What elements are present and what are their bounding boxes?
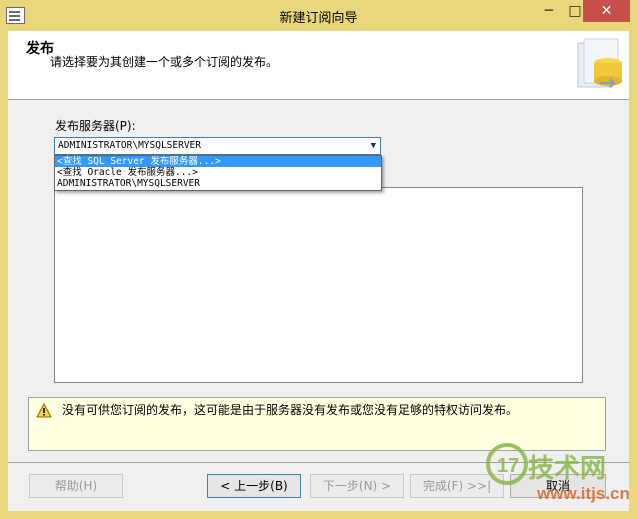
publisher-dropdown-list[interactable]: <查找 SQL Server 发布服务器...> <查找 Oracle 发布服务… <box>54 155 382 191</box>
warning-icon <box>36 403 52 418</box>
title-bar[interactable]: 新建订阅向导 ─ □ ✕ <box>0 0 637 31</box>
page-description: 请选择要为其创建一个或多个订阅的发布。 <box>50 55 279 69</box>
database-wizard-icon <box>577 38 622 88</box>
publisher-label: 发布服务器(P): <box>55 119 136 133</box>
svg-text:17: 17 <box>497 455 519 477</box>
watermark-url: www.itjs.cn <box>537 484 630 503</box>
watermark-text: 技术网 <box>528 453 607 483</box>
close-button[interactable]: ✕ <box>583 0 630 22</box>
wizard-header: 发布 请选择要为其创建一个或多个订阅的发布。 <box>8 31 629 100</box>
next-button[interactable]: 下一步(N) > <box>310 474 404 498</box>
site-watermark: 17 技术网 www.itjs.cn <box>483 440 633 518</box>
watermark-logo-icon: 17 <box>486 443 528 485</box>
message-text: 没有可供您订阅的发布，这可能是由于服务器没有发布或您没有足够的特权访问发布。 <box>62 403 519 417</box>
back-button[interactable]: < 上一步(B) <box>207 474 301 498</box>
dropdown-option-find-oracle[interactable]: <查找 Oracle 发布服务器...> <box>55 167 381 178</box>
publications-list[interactable] <box>54 187 583 383</box>
window-frame-left <box>0 31 8 519</box>
minimize-button[interactable]: ─ <box>535 0 563 22</box>
publisher-selected-value: ADMINISTRATOR\MYSQLSERVER <box>58 140 201 151</box>
dropdown-option-server[interactable]: ADMINISTRATOR\MYSQLSERVER <box>55 178 381 189</box>
dropdown-option-find-sql-server[interactable]: <查找 SQL Server 发布服务器...> <box>55 156 381 167</box>
publisher-combobox[interactable]: ADMINISTRATOR\MYSQLSERVER ▼ <box>54 137 381 155</box>
chevron-down-icon[interactable]: ▼ <box>371 138 376 154</box>
help-button[interactable]: 帮助(H) <box>29 474 123 498</box>
